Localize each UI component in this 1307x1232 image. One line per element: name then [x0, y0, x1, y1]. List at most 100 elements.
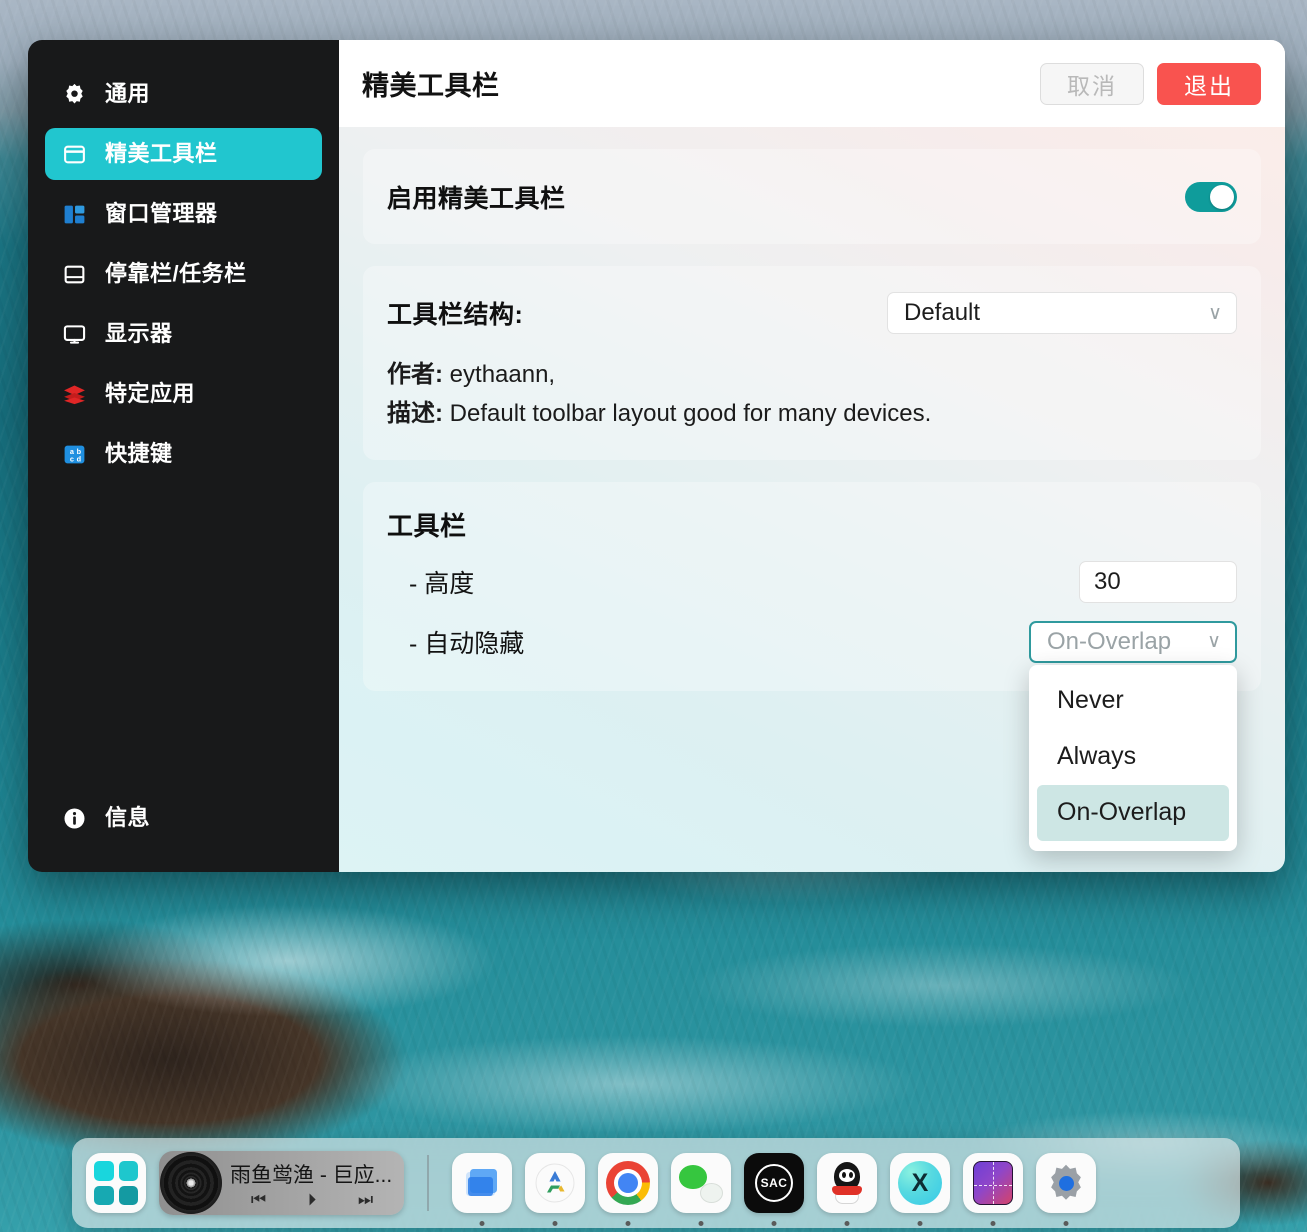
play-icon[interactable]: ⏵: [308, 1191, 317, 1208]
sidebar-item-label: 精美工具栏: [105, 141, 218, 166]
wechat-app-button[interactable]: [671, 1153, 731, 1226]
xmind-app-button[interactable]: X: [890, 1153, 950, 1226]
autohide-select-value: On-Overlap: [1047, 627, 1172, 655]
running-indicator-dot: [844, 1221, 850, 1226]
folder-icon: [463, 1166, 501, 1200]
settings-content: 启用精美工具栏 工具栏结构: Default ∨ 作者: eythaann, 描…: [339, 127, 1285, 872]
autohide-option-always[interactable]: Always: [1037, 729, 1229, 785]
wechat-icon: [679, 1163, 723, 1203]
sidebar-item-shortcuts[interactable]: a b c d 快捷键: [45, 428, 322, 480]
dock-taskbar-icon: [61, 261, 87, 287]
toolbar-icon: [61, 141, 87, 167]
toolbar-settings-card: 工具栏 - 高度 30 - 自动隐藏 On-Overlap ∨ Never Al…: [363, 481, 1261, 851]
running-indicator-dot: [625, 1221, 631, 1226]
music-track-title: 雨鱼鸴渔 - 巨应...: [230, 1163, 393, 1187]
app-store-app-button[interactable]: [525, 1153, 585, 1226]
page-title: 精美工具栏: [362, 71, 500, 101]
chrome-app-button[interactable]: [598, 1153, 658, 1226]
info-icon: [61, 805, 87, 831]
autohide-select[interactable]: On-Overlap ∨: [1029, 620, 1237, 663]
structure-desc-value: Default toolbar layout good for many dev…: [449, 399, 932, 427]
toggle-knob: [1210, 184, 1234, 209]
settings-window: 通用 精美工具栏 窗口管理器 停靠栏/任务栏 显示器 特定应用 a b c d …: [28, 40, 1285, 872]
titlebar-actions: 取消 退出: [1040, 62, 1261, 105]
next-track-icon[interactable]: ⏭: [358, 1191, 373, 1208]
app-launcher-button[interactable]: [86, 1153, 146, 1213]
sidebar-item-specific-apps[interactable]: 特定应用: [45, 368, 322, 420]
svg-text:d: d: [76, 454, 80, 463]
vinyl-record-icon: [160, 1152, 222, 1214]
sidebar-item-dock-taskbar[interactable]: 停靠栏/任务栏: [45, 248, 322, 300]
running-indicator-dot: [917, 1221, 923, 1226]
sac-icon: SAC: [755, 1164, 793, 1202]
enable-toolbar-card: 启用精美工具栏: [363, 149, 1261, 244]
structure-author-label: 作者:: [387, 361, 443, 388]
enable-toolbar-toggle[interactable]: [1185, 181, 1237, 212]
toolbar-autohide-label: - 自动隐藏: [409, 629, 525, 658]
previous-track-icon[interactable]: ⏮: [251, 1191, 266, 1208]
sidebar: 通用 精美工具栏 窗口管理器 停靠栏/任务栏 显示器 特定应用 a b c d …: [28, 40, 339, 872]
running-indicator-dot: [1063, 1221, 1069, 1226]
sidebar-item-fancy-toolbar[interactable]: 精美工具栏: [45, 128, 322, 180]
layers-icon: [61, 381, 87, 407]
sidebar-bottom-section: 信息: [28, 792, 339, 872]
x-letter-icon: X: [898, 1161, 942, 1205]
toolbar-height-input[interactable]: 30: [1079, 560, 1237, 603]
structure-author-line: 作者: eythaann,: [387, 356, 1237, 395]
sidebar-item-info[interactable]: 信息: [45, 792, 322, 844]
sidebar-item-label: 停靠栏/任务栏: [105, 261, 247, 286]
svg-text:c: c: [69, 454, 73, 463]
main-pane: 精美工具栏 取消 退出 启用精美工具栏 工具栏结构: Default ∨ 作者:…: [339, 40, 1285, 872]
chevron-down-icon: ∨: [1208, 302, 1222, 324]
autohide-option-never[interactable]: Never: [1037, 673, 1229, 729]
keyboard-shortcut-icon: a b c d: [61, 441, 87, 467]
appstore-icon: [533, 1161, 577, 1205]
sidebar-item-general[interactable]: 通用: [45, 68, 322, 120]
structure-desc-label: 描述:: [387, 399, 443, 427]
gradient-grid-icon: [973, 1161, 1013, 1205]
running-indicator-dot: [552, 1221, 558, 1226]
structure-select-value: Default: [904, 299, 981, 326]
music-player-widget[interactable]: 雨鱼鸴渔 - 巨应... ⏮ ⏵ ⏭: [159, 1151, 404, 1215]
enable-toolbar-label: 启用精美工具栏: [387, 184, 566, 213]
cancel-button[interactable]: 取消: [1040, 62, 1144, 105]
gear-icon: [61, 81, 87, 107]
sidebar-item-label: 显示器: [105, 321, 173, 346]
running-indicator-dot: [990, 1221, 996, 1226]
sidebar-item-label: 通用: [105, 81, 151, 106]
music-info: 雨鱼鸴渔 - 巨应... ⏮ ⏵ ⏭: [222, 1159, 404, 1208]
qq-app-button[interactable]: [817, 1153, 877, 1226]
files-app-button[interactable]: [452, 1153, 512, 1226]
autohide-option-on-overlap[interactable]: On-Overlap: [1037, 784, 1229, 841]
music-controls: ⏮ ⏵ ⏭: [230, 1191, 394, 1208]
sac-app-button[interactable]: SAC: [744, 1153, 804, 1226]
toolbar-height-row: - 高度 30: [387, 560, 1237, 603]
sidebar-item-label: 窗口管理器: [105, 201, 218, 226]
running-indicator-dot: [771, 1221, 777, 1226]
chrome-icon: [606, 1161, 650, 1205]
quit-button[interactable]: 退出: [1157, 62, 1261, 105]
qq-penguin-icon: [827, 1161, 867, 1205]
toolbar-height-value: 30: [1094, 567, 1121, 595]
gradient-app-button[interactable]: [963, 1153, 1023, 1226]
structure-select[interactable]: Default ∨: [887, 292, 1237, 334]
sidebar-item-monitor[interactable]: 显示器: [45, 308, 322, 360]
settings-app-button[interactable]: [1036, 1153, 1096, 1226]
toolbar-section-title: 工具栏: [387, 510, 467, 541]
gear-center: [1058, 1175, 1074, 1191]
sidebar-item-label: 信息: [105, 805, 151, 830]
settings-gear-icon: [1045, 1162, 1087, 1204]
sidebar-item-window-manager[interactable]: 窗口管理器: [45, 188, 322, 240]
dock-separator: [427, 1155, 429, 1211]
toolbar-autohide-row: - 自动隐藏 On-Overlap ∨ Never Always On-Over…: [387, 620, 1237, 851]
structure-author-value: eythaann,: [449, 361, 556, 388]
window-titlebar: 精美工具栏 取消 退出: [339, 40, 1285, 127]
autohide-combobox: On-Overlap ∨ Never Always On-Overlap: [1029, 620, 1237, 851]
monitor-icon: [61, 321, 87, 347]
autohide-dropdown-menu: Never Always On-Overlap: [1029, 664, 1237, 851]
sidebar-item-label: 特定应用: [105, 381, 196, 406]
sidebar-item-label: 快捷键: [105, 441, 173, 466]
toolbar-height-label: - 高度: [409, 569, 475, 598]
toolbar-structure-card: 工具栏结构: Default ∨ 作者: eythaann, 描述: Defau…: [363, 266, 1261, 460]
chevron-down-icon: ∨: [1207, 631, 1221, 653]
